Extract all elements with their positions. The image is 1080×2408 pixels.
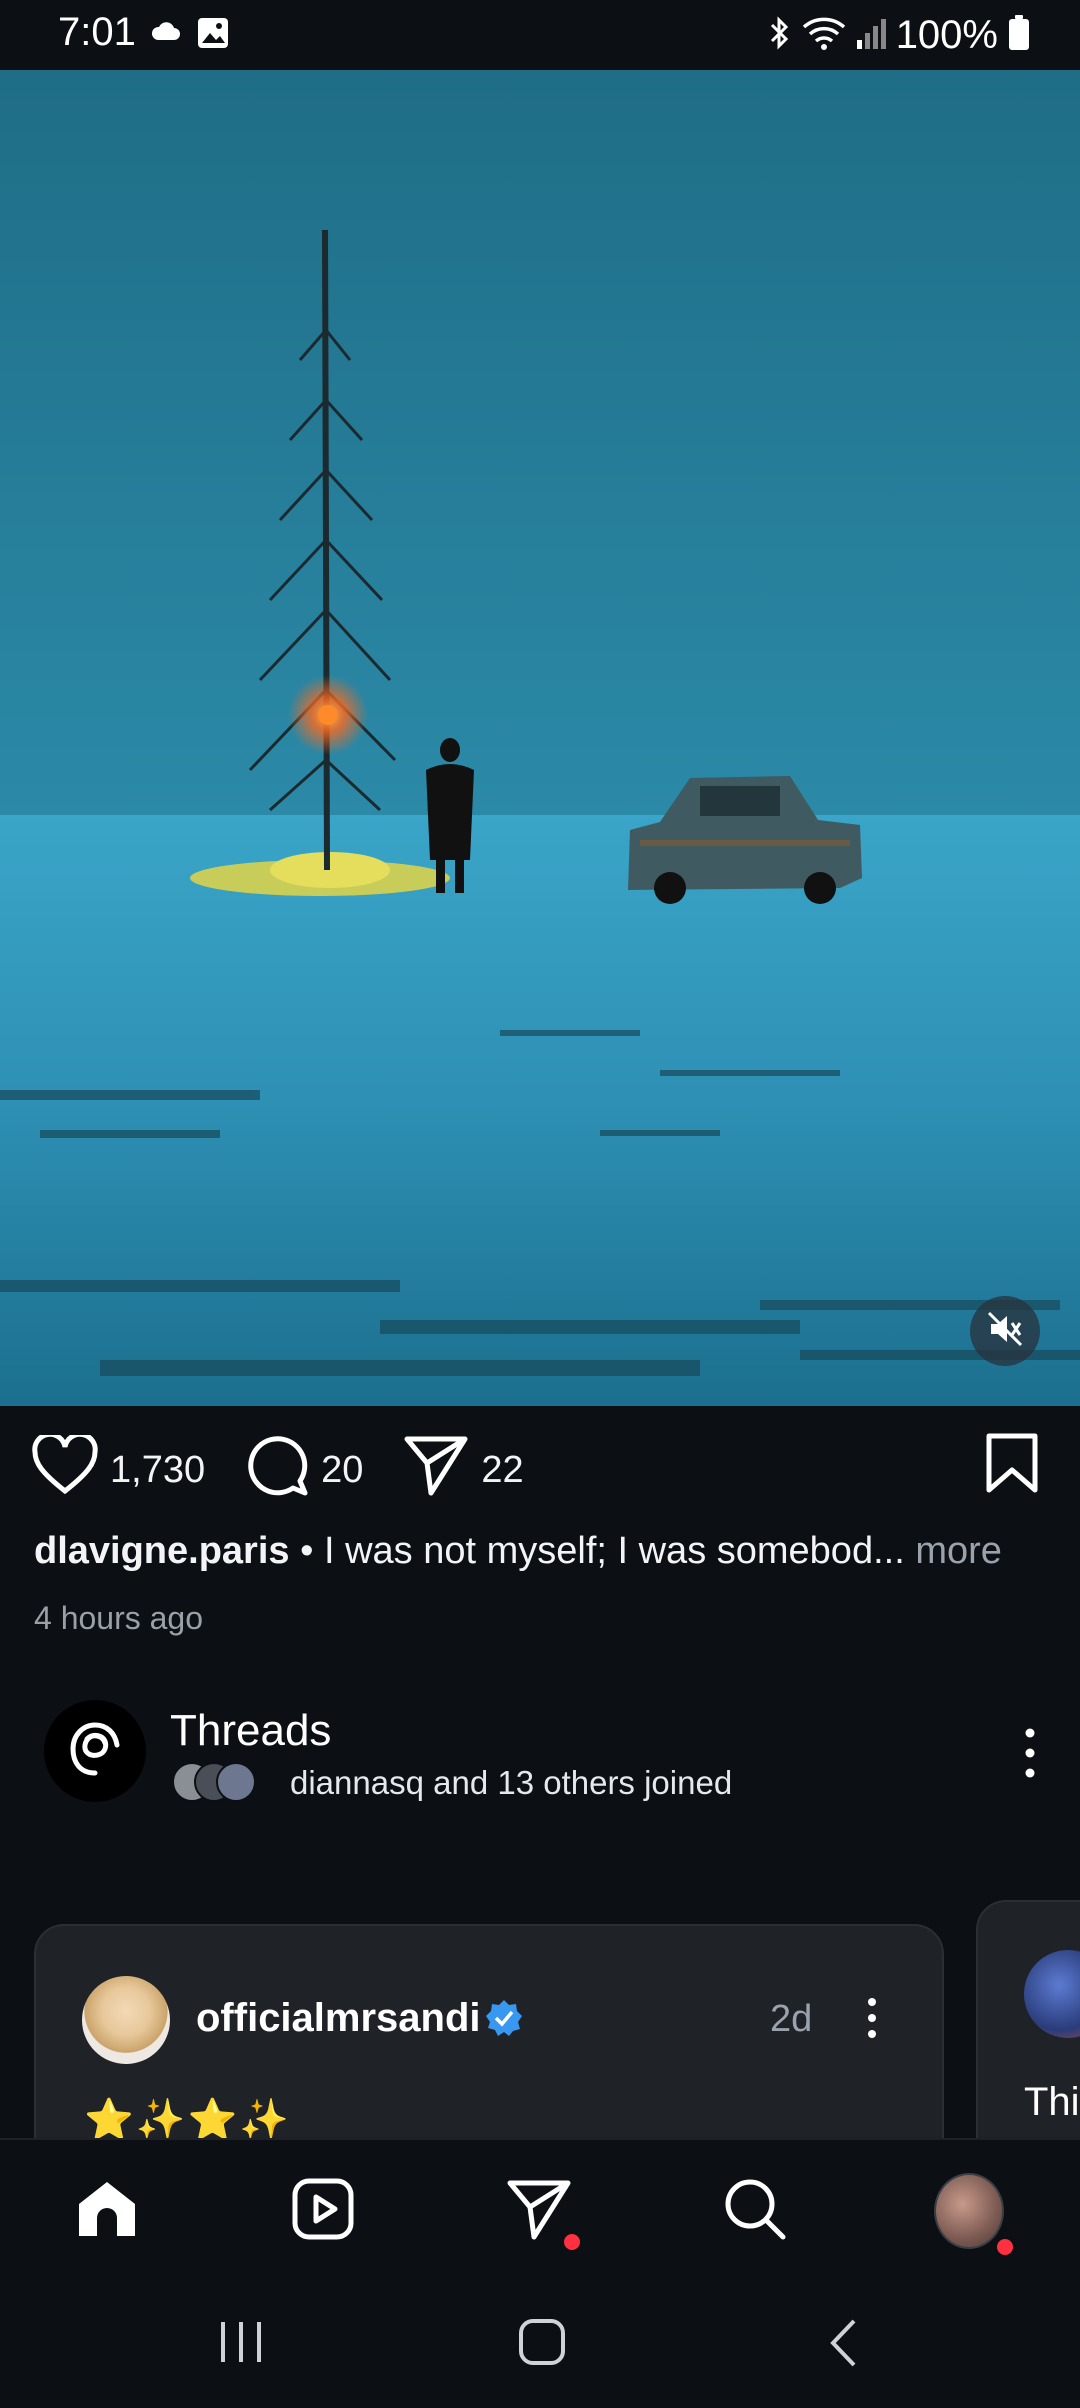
card-time: 2d <box>770 1998 813 2040</box>
like-button[interactable]: 1,730 <box>32 1431 206 1505</box>
caption-text: I was not myself; I was somebod... <box>323 1530 905 1572</box>
card-text: ⭐✨⭐✨ <box>84 2098 292 2142</box>
speaker-muted-icon <box>985 1309 1025 1354</box>
bluetooth-icon <box>766 15 792 56</box>
threads-card-next[interactable]: Thi <box>976 1900 1080 2168</box>
status-right-group: 100% <box>766 8 1080 62</box>
share-count: 22 <box>481 1448 524 1491</box>
like-count: 1,730 <box>110 1448 206 1491</box>
send-icon <box>403 1433 469 1507</box>
nav-search[interactable] <box>720 2176 790 2246</box>
avatar[interactable] <box>82 1976 170 2064</box>
more-link[interactable]: more <box>915 1530 1002 1572</box>
more-vertical-icon <box>864 1998 880 2044</box>
recent-apps-icon <box>218 2322 264 2368</box>
threads-subtitle: diannasq and 13 others joined <box>290 1764 733 1801</box>
post-image[interactable] <box>0 70 1080 1406</box>
notification-dot <box>994 2236 1016 2258</box>
home-square-icon <box>518 2319 566 2370</box>
mute-button[interactable] <box>970 1296 1040 1366</box>
comment-button[interactable]: 20 <box>245 1433 363 1507</box>
share-button[interactable]: 22 <box>403 1433 524 1507</box>
nav-home[interactable] <box>72 2176 142 2246</box>
system-nav-bar <box>0 2276 1080 2408</box>
profile-avatar <box>934 2173 1004 2249</box>
home-system-button[interactable] <box>518 2318 566 2371</box>
card-more-button[interactable] <box>864 1996 880 2045</box>
notification-dot <box>564 2234 580 2250</box>
post-actions: 1,730 20 22 <box>32 1430 564 1510</box>
search-icon <box>723 2177 787 2246</box>
status-bar: 7:01 100% <box>0 0 1080 70</box>
comment-count: 20 <box>321 1448 364 1491</box>
card-username[interactable]: officialmrsandi <box>196 1996 481 2041</box>
threads-card[interactable]: officialmrsandi 2d ⭐✨⭐✨ <box>34 1924 944 2168</box>
post-caption[interactable]: dlavigne.paris • I was not myself; I was… <box>34 1530 1054 1573</box>
back-system-button[interactable] <box>828 2318 858 2373</box>
home-icon <box>75 2178 139 2245</box>
wifi-icon <box>802 15 846 56</box>
cloud-icon <box>150 20 180 47</box>
threads-more-button[interactable] <box>1020 1725 1040 1786</box>
mini-avatar <box>216 1762 256 1802</box>
recent-apps-button[interactable] <box>218 2320 264 2369</box>
nav-profile[interactable] <box>934 2173 1016 2258</box>
post-time-ago: 4 hours ago <box>34 1600 204 1636</box>
verified-badge-icon <box>484 1998 524 2043</box>
joined-avatars <box>172 1762 262 1802</box>
nav-reels[interactable] <box>288 2176 358 2246</box>
caption-separator: • <box>289 1530 324 1572</box>
bottom-nav <box>0 2138 1080 2278</box>
image-icon <box>196 16 230 55</box>
threads-icon <box>65 1719 125 1784</box>
send-icon <box>506 2177 572 2246</box>
bookmark-icon <box>984 1433 1040 1498</box>
card-text: Thi <box>1024 2080 1080 2124</box>
threads-title[interactable]: Threads <box>170 1706 331 1756</box>
reels-icon <box>291 2177 355 2246</box>
status-time: 7:01 <box>58 10 136 54</box>
battery-icon <box>1008 14 1030 56</box>
heart-icon <box>32 1431 98 1505</box>
avatar[interactable] <box>1024 1950 1080 2038</box>
signal-icon <box>856 16 886 55</box>
more-vertical-icon <box>1020 1728 1040 1785</box>
threads-logo[interactable] <box>44 1700 146 1802</box>
nav-messages[interactable] <box>504 2176 580 2250</box>
caption-username[interactable]: dlavigne.paris <box>34 1530 290 1572</box>
comment-icon <box>245 1433 309 1507</box>
battery-percent: 100% <box>895 12 998 57</box>
back-chevron-icon <box>828 2319 858 2372</box>
save-button[interactable] <box>984 1432 1040 1499</box>
